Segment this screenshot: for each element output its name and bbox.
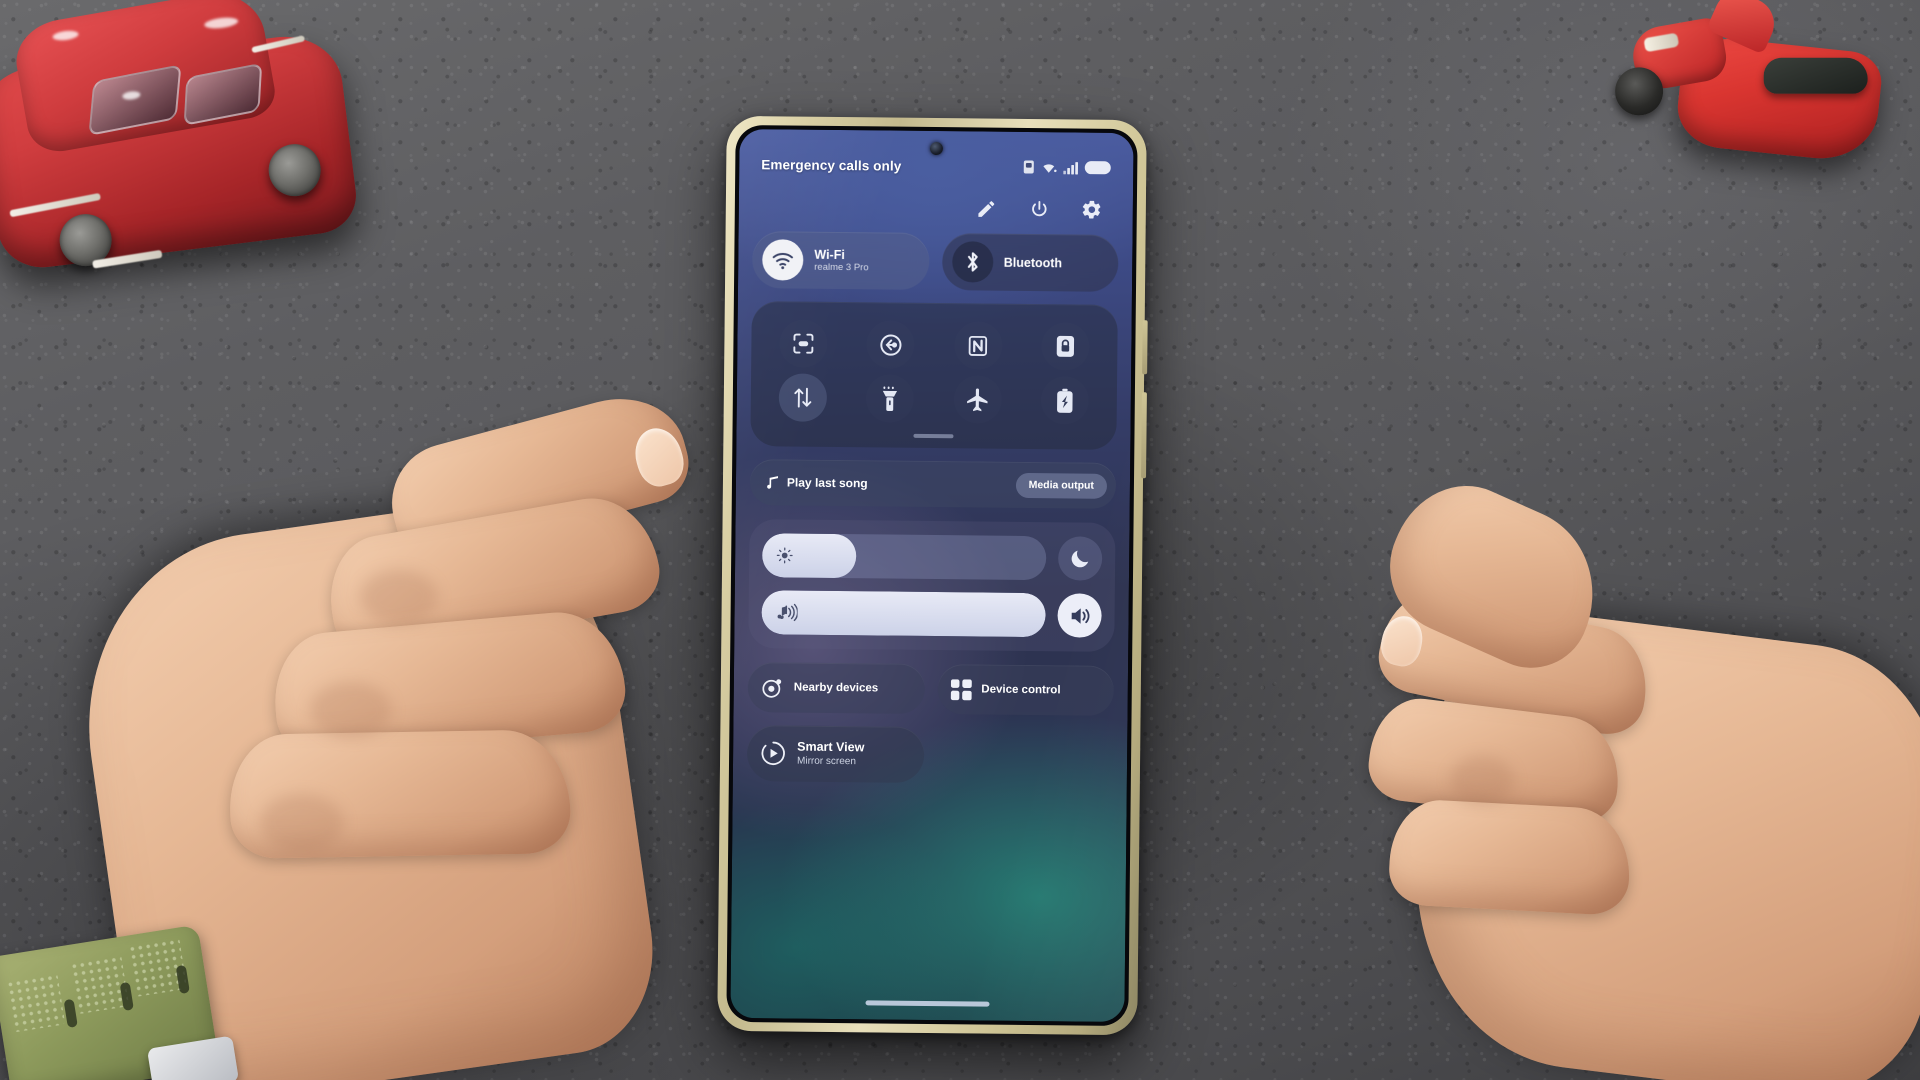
power-button[interactable]: [1026, 196, 1052, 222]
media-output-button[interactable]: Media output: [1015, 472, 1108, 499]
nfc-icon: [968, 335, 988, 356]
volume-slider[interactable]: [761, 590, 1046, 638]
media-row: Play last song Media output: [749, 459, 1117, 509]
device-control-tile[interactable]: Device control: [937, 664, 1115, 716]
gear-icon: [1082, 200, 1101, 219]
airplane-mode-toggle[interactable]: [953, 375, 1002, 424]
bluetooth-tile-icon-circle: [951, 241, 993, 283]
samsung-phone: Emergency calls only Wi-Fi realme 3 Pro …: [717, 115, 1148, 1036]
mobile-data-toggle[interactable]: [778, 373, 827, 422]
phone-bezel: Emergency calls only Wi-Fi realme 3 Pro …: [726, 124, 1138, 1027]
brightness-line: [761, 533, 1103, 581]
screen-lock-toggle[interactable]: [1041, 322, 1090, 371]
volume-fill: [761, 590, 1046, 638]
nearby-devices-tile[interactable]: Nearby devices: [747, 662, 925, 714]
airplane-icon: [967, 388, 988, 411]
device-control-label: Device control: [981, 683, 1061, 697]
power-saving-toggle[interactable]: [1041, 376, 1090, 425]
auto-rotate-icon: [880, 333, 902, 356]
edit-button[interactable]: [973, 195, 999, 221]
media-volume-icon: [777, 603, 798, 622]
lock-icon: [1056, 335, 1075, 357]
smart-view-tile[interactable]: Smart View Mirror screen: [746, 725, 925, 783]
toggle-grid: [750, 301, 1118, 450]
toy-car: [0, 0, 399, 343]
wifi-icon: [772, 252, 794, 269]
sound-mode-button[interactable]: [1057, 593, 1102, 638]
media-label: Play last song: [786, 475, 868, 491]
panel-drag-handle[interactable]: [913, 433, 954, 439]
bluetooth-title: Bluetooth: [1003, 255, 1063, 270]
battery-saver-icon: [1057, 388, 1073, 413]
wifi-icon: [1043, 163, 1057, 173]
music-note-icon: [767, 475, 779, 489]
slider-card: [748, 519, 1116, 652]
play-last-song-button[interactable]: Play last song: [766, 475, 868, 491]
power-icon: [1031, 200, 1046, 216]
data-arrows-icon: [794, 387, 812, 408]
toy-scooter: [1601, 0, 1919, 199]
moon-icon: [1071, 550, 1089, 568]
pencil-icon: [977, 200, 994, 217]
scan-frame-icon: [793, 333, 814, 354]
bluetooth-tile[interactable]: Bluetooth: [941, 233, 1119, 292]
sim-card-icon: [1023, 160, 1034, 174]
brightness-slider[interactable]: [761, 533, 1047, 581]
speaker-icon: [1071, 607, 1089, 624]
wifi-subtitle: realme 3 Pro: [814, 261, 869, 274]
phone-screen[interactable]: Emergency calls only Wi-Fi realme 3 Pro …: [730, 128, 1134, 1023]
battery-icon: [1084, 161, 1111, 175]
bottom-tiles-row: Nearby devices Device control: [747, 662, 1115, 716]
wifi-tile-text: Wi-Fi realme 3 Pro: [814, 247, 869, 273]
wifi-tile[interactable]: Wi-Fi realme 3 Pro: [751, 231, 930, 290]
connectivity-row: Wi-Fi realme 3 Pro Bluetooth: [751, 231, 1119, 292]
front-camera-punch-hole: [929, 141, 944, 156]
bluetooth-tile-text: Bluetooth: [1004, 255, 1062, 270]
toggle-row-2: [759, 370, 1110, 428]
carrier-label: Emergency calls only: [761, 156, 902, 174]
quick-settings-panel: Wi-Fi realme 3 Pro Bluetooth Play last s…: [730, 185, 1133, 1022]
wifi-tile-icon-circle: [762, 239, 804, 281]
wifi-title: Wi-Fi: [814, 247, 845, 262]
right-hand: [1360, 463, 1920, 1080]
smart-view-icon: [761, 741, 785, 765]
status-icons: [1023, 160, 1111, 175]
smart-view-text: Smart View Mirror screen: [797, 740, 864, 768]
settings-button[interactable]: [1079, 197, 1105, 223]
status-bar: Emergency calls only: [739, 153, 1133, 179]
smart-view-title: Smart View: [797, 739, 865, 755]
toggle-row-1: [759, 316, 1110, 374]
flashlight-toggle[interactable]: [866, 374, 915, 423]
scene-photo: Emergency calls only Wi-Fi realme 3 Pro …: [0, 0, 1920, 1080]
grid-squares-icon: [950, 678, 972, 700]
signal-bars-icon: [1063, 161, 1079, 174]
quick-settings-header: [753, 185, 1119, 235]
bixby-vision-toggle[interactable]: [779, 319, 828, 368]
bluetooth-icon: [967, 252, 978, 272]
volume-line: [761, 590, 1102, 638]
dark-mode-button[interactable]: [1057, 536, 1103, 581]
phone-frame: Emergency calls only Wi-Fi realme 3 Pro …: [717, 115, 1148, 1036]
nfc-toggle[interactable]: [954, 321, 1003, 370]
nearby-share-icon: [762, 678, 782, 698]
smart-view-subtitle: Mirror screen: [796, 755, 857, 768]
brightness-icon: [776, 547, 793, 564]
auto-rotate-toggle[interactable]: [866, 320, 915, 369]
flashlight-icon: [883, 385, 898, 411]
nearby-devices-label: Nearby devices: [793, 681, 879, 695]
